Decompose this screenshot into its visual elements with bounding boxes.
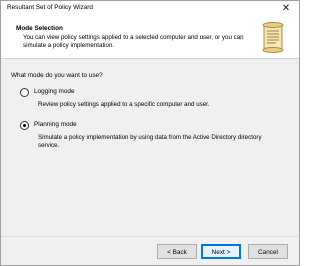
logging-mode-description: Review policy settings applied to a spec… — [38, 101, 210, 108]
logging-mode-label[interactable]: Logging mode — [34, 88, 75, 95]
mode-question: What mode do you want to use? — [11, 72, 103, 79]
wizard-body: What mode do you want to use? Logging mo… — [1, 59, 299, 236]
planning-mode-description: Simulate a policy implementation by usin… — [38, 134, 262, 149]
cancel-button[interactable]: Cancel — [248, 244, 288, 259]
back-button[interactable]: < Back — [157, 244, 197, 259]
window-title: Resultant Set of Policy Wizard — [7, 4, 93, 11]
radio-selected-dot — [23, 124, 26, 127]
page-title: Mode Selection — [16, 25, 63, 32]
wizard-scroll-icon — [262, 22, 284, 53]
planning-mode-label[interactable]: Planning mode — [34, 121, 77, 128]
wizard-header: Mode Selection You can view policy setti… — [1, 18, 299, 59]
close-icon[interactable]: ✕ — [279, 2, 293, 16]
button-bar: < Back Next > Cancel — [1, 236, 299, 265]
title-bar: Resultant Set of Policy Wizard ✕ — [1, 1, 299, 18]
wizard-window: Resultant Set of Policy Wizard ✕ Mode Se… — [0, 0, 300, 266]
planning-mode-radio[interactable] — [20, 121, 29, 130]
logging-mode-radio[interactable] — [20, 88, 29, 97]
next-button[interactable]: Next > — [201, 244, 241, 259]
page-description: You can view policy settings applied to … — [23, 34, 244, 49]
